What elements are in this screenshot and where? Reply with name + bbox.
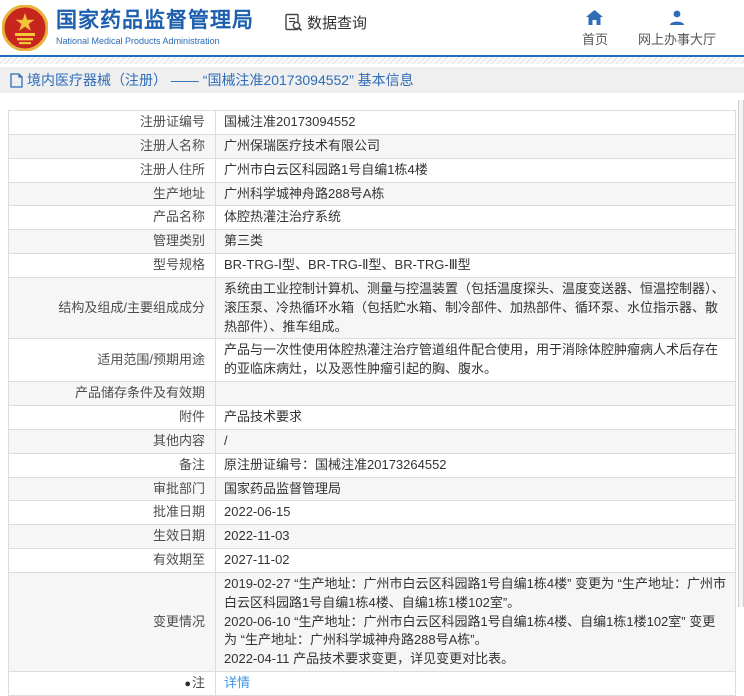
table-row: 有效期至2027-11-02 — [9, 549, 736, 573]
national-emblem-logo — [2, 5, 48, 51]
row-value: 产品技术要求 — [216, 405, 736, 429]
hatch-divider — [0, 57, 744, 64]
table-row: 生产地址广州科学城神舟路288号A栋 — [9, 182, 736, 206]
row-label: 备注 — [9, 453, 216, 477]
table-row: ●注详情 — [9, 672, 736, 696]
table-row: 产品名称体腔热灌注治疗系统 — [9, 206, 736, 230]
table-row: 审批部门国家药品监督管理局 — [9, 477, 736, 501]
table-row: 注册人住所广州市白云区科园路1号自编1栋4楼 — [9, 158, 736, 182]
row-label: 批准日期 — [9, 501, 216, 525]
row-label: 结构及组成/主要组成成分 — [9, 277, 216, 339]
row-label: 其他内容 — [9, 429, 216, 453]
document-search-icon — [284, 13, 303, 32]
row-label: 注册证编号 — [9, 111, 216, 135]
note-icon: ● — [184, 678, 191, 690]
row-value — [216, 382, 736, 406]
table-row: 产品储存条件及有效期 — [9, 382, 736, 406]
row-value: / — [216, 429, 736, 453]
nav-service-hall-label: 网上办事大厅 — [638, 29, 716, 48]
top-nav: 首页 网上办事大厅 — [582, 10, 744, 48]
table-row: 附件产品技术要求 — [9, 405, 736, 429]
row-value: 广州保瑞医疗技术有限公司 — [216, 134, 736, 158]
row-label: 注册人名称 — [9, 134, 216, 158]
nav-home[interactable]: 首页 — [582, 10, 608, 48]
row-value: 详情 — [216, 672, 736, 696]
row-value: 体腔热灌注治疗系统 — [216, 206, 736, 230]
nav-home-label: 首页 — [582, 29, 608, 48]
row-label: 审批部门 — [9, 477, 216, 501]
row-label: 生效日期 — [9, 525, 216, 549]
row-value: 2027-11-02 — [216, 549, 736, 573]
nav-service-hall[interactable]: 网上办事大厅 — [638, 10, 716, 48]
table-row: 备注原注册证编号：国械注准20173264552 — [9, 453, 736, 477]
row-label: 生产地址 — [9, 182, 216, 206]
row-value: 2022-11-03 — [216, 525, 736, 549]
row-value: 广州科学城神舟路288号A栋 — [216, 182, 736, 206]
row-label: 产品储存条件及有效期 — [9, 382, 216, 406]
row-label: 适用范围/预期用途 — [9, 339, 216, 382]
brand-block: 国家药品监督管理局 National Medical Products Admi… — [56, 9, 254, 45]
site-title: 国家药品监督管理局 — [56, 9, 254, 32]
table-row: 结构及组成/主要组成成分系统由工业控制计算机、测量与控温装置（包括温度探头、温度… — [9, 277, 736, 339]
row-value: BR-TRG-Ⅰ型、BR-TRG-Ⅱ型、BR-TRG-Ⅲ型 — [216, 254, 736, 278]
table-row: 型号规格BR-TRG-Ⅰ型、BR-TRG-Ⅱ型、BR-TRG-Ⅲ型 — [9, 254, 736, 278]
user-icon — [669, 10, 685, 25]
registration-info-table: 注册证编号国械注准20173094552注册人名称广州保瑞医疗技术有限公司注册人… — [8, 110, 736, 696]
row-label: ●注 — [9, 672, 216, 696]
home-icon — [586, 10, 603, 25]
row-value: 系统由工业控制计算机、测量与控温装置（包括温度探头、温度变送器、恒温控制器）、滚… — [216, 277, 736, 339]
row-value: 国家药品监督管理局 — [216, 477, 736, 501]
table-row: 其他内容/ — [9, 429, 736, 453]
page-icon — [10, 73, 23, 88]
row-label: 型号规格 — [9, 254, 216, 278]
row-value: 2022-06-15 — [216, 501, 736, 525]
row-label: 附件 — [9, 405, 216, 429]
vertical-scrollbar[interactable] — [738, 100, 744, 607]
site-subtitle: National Medical Products Administration — [56, 36, 254, 46]
table-row: 批准日期2022-06-15 — [9, 501, 736, 525]
info-table-body: 注册证编号国械注准20173094552注册人名称广州保瑞医疗技术有限公司注册人… — [9, 111, 736, 696]
row-label: 注册人住所 — [9, 158, 216, 182]
table-row: 变更情况2019-02-27 “生产地址：广州市白云区科园路1号自编1栋4楼” … — [9, 572, 736, 671]
table-row: 生效日期2022-11-03 — [9, 525, 736, 549]
table-row: 注册证编号国械注准20173094552 — [9, 111, 736, 135]
table-row: 管理类别第三类 — [9, 230, 736, 254]
row-value: 广州市白云区科园路1号自编1栋4楼 — [216, 158, 736, 182]
row-value: 产品与一次性使用体腔热灌注治疗管道组件配合使用，用于消除体腔肿瘤病人术后存在的亚… — [216, 339, 736, 382]
row-value: 第三类 — [216, 230, 736, 254]
table-row: 注册人名称广州保瑞医疗技术有限公司 — [9, 134, 736, 158]
row-label: 有效期至 — [9, 549, 216, 573]
row-value: 2019-02-27 “生产地址：广州市白云区科园路1号自编1栋4楼” 变更为 … — [216, 572, 736, 671]
row-label: 变更情况 — [9, 572, 216, 671]
row-value: 原注册证编号：国械注准20173264552 — [216, 453, 736, 477]
row-value: 国械注准20173094552 — [216, 111, 736, 135]
table-row: 适用范围/预期用途产品与一次性使用体腔热灌注治疗管道组件配合使用，用于消除体腔肿… — [9, 339, 736, 382]
data-query-label: 数据查询 — [307, 12, 367, 33]
row-label: 管理类别 — [9, 230, 216, 254]
site-header: 国家药品监督管理局 National Medical Products Admi… — [0, 0, 744, 57]
breadcrumb: 境内医疗器械（注册） —— “国械注准20173094552” 基本信息 — [0, 67, 744, 93]
row-label: 产品名称 — [9, 206, 216, 230]
data-query-tab[interactable]: 数据查询 — [284, 12, 367, 33]
breadcrumb-text: 境内医疗器械（注册） —— “国械注准20173094552” 基本信息 — [27, 70, 414, 90]
details-link[interactable]: 详情 — [224, 675, 250, 690]
